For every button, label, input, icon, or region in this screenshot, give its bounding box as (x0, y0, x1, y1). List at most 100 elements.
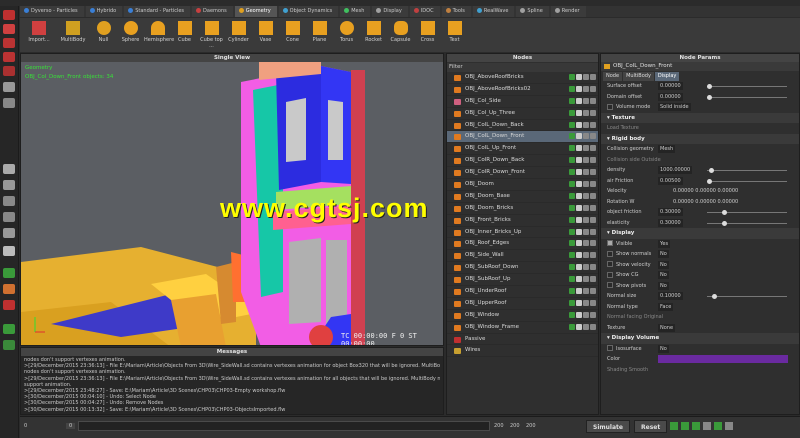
node-row[interactable]: OBJ_Doom_Base (447, 191, 598, 203)
node-params-panel[interactable]: Node Params OBJ_ColL_Down_Front Node Mult… (600, 53, 800, 415)
sphere-shade-icon[interactable] (3, 196, 15, 206)
visibility-icon[interactable] (569, 74, 575, 80)
display-icon[interactable] (576, 121, 582, 128)
node-row[interactable]: OBJ_ColR_Down_Front (447, 167, 598, 180)
node-row[interactable]: OBJ_ColL_Up_Front (447, 143, 598, 156)
tab-render[interactable]: Render (550, 6, 586, 17)
param-value[interactable]: None (658, 323, 676, 332)
param-show-pivots[interactable]: Show pivots No (601, 281, 799, 292)
lock-icon[interactable] (583, 323, 589, 330)
display-icon[interactable] (576, 74, 582, 80)
param-value[interactable]: 0.00000 0.00000 0.00000 (673, 187, 738, 195)
param-value[interactable]: 0.10000 (658, 292, 683, 300)
render-icon[interactable] (590, 240, 596, 247)
param-slider[interactable] (707, 180, 787, 182)
lock-icon[interactable] (583, 109, 589, 116)
shelf-null-button[interactable]: Null (90, 18, 117, 52)
shelf-vase-button[interactable]: Vase (252, 18, 279, 52)
timeline-slider[interactable] (78, 421, 490, 431)
param-volume-mode[interactable]: Volume mode Solid inside (601, 102, 799, 113)
wireframe-icon[interactable] (3, 180, 15, 190)
display-icon[interactable] (576, 311, 582, 318)
shelf-capsule-button[interactable]: Capsule (387, 18, 414, 52)
rotate-tool-icon[interactable] (3, 38, 15, 48)
render-icon[interactable] (590, 276, 596, 283)
visibility-icon[interactable] (569, 85, 575, 92)
tab-daemons[interactable]: Daemons (192, 6, 233, 17)
display-icon[interactable] (576, 192, 582, 199)
node-row[interactable]: OBJ_UpperRoof (447, 298, 598, 310)
visibility-icon[interactable] (569, 323, 575, 330)
tab-spline[interactable]: Spline (516, 6, 549, 17)
param-value[interactable]: No (658, 260, 669, 269)
node-row[interactable]: OBJ_Col_Up_Three (447, 108, 598, 120)
param-normal-size[interactable]: Normal size 0.10000 (601, 291, 799, 302)
shelf-text-button[interactable]: Text (441, 18, 468, 52)
lock-icon[interactable] (583, 264, 589, 271)
slider-knob[interactable] (707, 94, 712, 100)
checkbox[interactable] (607, 261, 613, 267)
save-icon[interactable] (3, 324, 15, 334)
display-icon[interactable] (576, 157, 582, 164)
lock-icon[interactable] (583, 74, 589, 80)
param-show-cg[interactable]: Show CG No (601, 270, 799, 281)
visibility-icon[interactable] (569, 240, 575, 247)
display-icon[interactable] (576, 252, 582, 259)
param-texture[interactable]: Texture None (601, 323, 799, 334)
timeline-end-3[interactable]: 200 (526, 423, 536, 429)
lock-icon[interactable] (583, 145, 589, 152)
lock-icon[interactable] (583, 133, 589, 140)
node-row[interactable]: OBJ_Doom (447, 179, 598, 191)
render-icon[interactable] (590, 74, 596, 80)
lock-icon[interactable] (583, 216, 589, 223)
render-icon[interactable] (590, 109, 596, 116)
render-icon[interactable] (590, 121, 596, 128)
visibility-icon[interactable] (569, 252, 575, 259)
param-elasticity[interactable]: elasticity 0.30000 (601, 218, 799, 229)
render-icon[interactable] (590, 311, 596, 318)
checkbox[interactable] (607, 240, 613, 246)
checkbox[interactable] (607, 250, 613, 257)
record-icon[interactable] (703, 422, 711, 430)
display-icon[interactable] (576, 181, 582, 188)
node-row[interactable]: OBJ_ColL_Down_Front (447, 131, 598, 144)
simulate-button[interactable]: Simulate (586, 420, 630, 433)
render-icon[interactable] (590, 157, 596, 164)
param-value[interactable]: 1000.00000 (658, 166, 693, 174)
render-icon[interactable] (590, 85, 596, 92)
node-row[interactable]: OBJ_Window_Frame (447, 322, 598, 334)
params-tab-node[interactable]: Node (603, 72, 623, 81)
lock-icon[interactable] (583, 85, 589, 92)
erase-icon[interactable] (3, 300, 15, 310)
globe-icon[interactable] (3, 212, 15, 222)
param-domain-offset[interactable]: Domain offset 0.00000 (601, 92, 799, 103)
lock-icon[interactable] (583, 204, 589, 211)
paint-icon[interactable] (3, 284, 15, 294)
render-icon[interactable] (590, 133, 596, 140)
loop-icon[interactable] (692, 422, 700, 430)
lock-icon[interactable] (583, 121, 589, 128)
tab-tools[interactable]: Tools (441, 6, 471, 17)
tab-geometry[interactable]: Geometry (234, 6, 277, 17)
visibility-icon[interactable] (569, 169, 575, 176)
visibility-icon[interactable] (569, 157, 575, 164)
node-row[interactable]: OBJ_Inner_Bricks_Up (447, 227, 598, 239)
visibility-icon[interactable] (569, 192, 575, 199)
shelf-cone-button[interactable]: Cone (279, 18, 306, 52)
shelf-cube-button[interactable]: Cube (171, 18, 198, 52)
view-icon[interactable] (3, 98, 15, 108)
lock-icon[interactable] (583, 157, 589, 164)
shelf-cylinder-button[interactable]: Cylinder (225, 18, 252, 52)
render-icon[interactable] (590, 204, 596, 211)
param-value[interactable]: Face (658, 302, 674, 311)
param-value[interactable]: 0.00000 (658, 82, 683, 90)
param-value[interactable]: 0.00500 (658, 176, 683, 185)
tab-idoc[interactable]: IDOC (409, 6, 440, 17)
display-icon[interactable] (576, 264, 582, 271)
shelf-multibody-button[interactable]: MultiBody (56, 18, 90, 52)
visibility-icon[interactable] (569, 133, 575, 140)
color-swatch[interactable] (658, 355, 788, 363)
node-row[interactable]: OBJ_ColL_Down_Back (447, 120, 598, 132)
checkbox[interactable] (607, 345, 613, 351)
node-row[interactable]: OBJ_AboveRoofBricks (447, 72, 598, 84)
